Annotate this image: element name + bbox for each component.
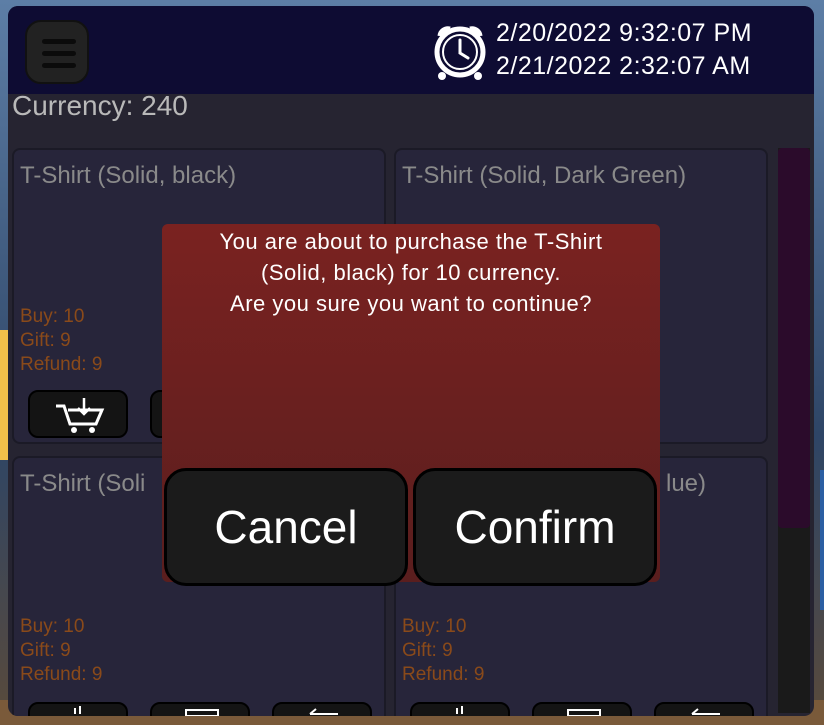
cart-buy-icon [56,398,105,433]
gift-price: Gift: 9 [20,640,71,661]
confirm-button[interactable]: Confirm [413,468,657,586]
alarm-clock-icon [434,26,486,80]
item-title: T-Shirt (Solid, Dark Green) [402,162,687,189]
dialog-message: You are about to purchase the T-Shirt (S… [162,226,660,319]
menu-icon [42,39,76,44]
gift-price: Gift: 9 [20,330,71,351]
gift-button[interactable] [150,702,250,716]
cart-buy-icon [456,706,463,714]
date-time-primary: 2/20/2022 9:32:07 PM [496,19,753,47]
menu-icon-bar [42,63,76,68]
gift-icon [567,709,601,716]
dialog-message-line: Are you sure you want to continue? [230,291,592,316]
refund-price: Refund: 9 [20,354,103,375]
cart-buy-icon [74,706,81,714]
refund-icon [691,708,720,715]
shop-header: 2/20/2022 9:32:07 PM 2/21/2022 2:32:07 A… [8,6,814,94]
buy-price: Buy: 10 [20,306,85,327]
currency-label: Currency: 240 [12,90,188,121]
item-title: T-Shirt (Solid, black) [20,162,237,189]
gift-button[interactable] [532,702,632,716]
gift-icon [185,709,219,716]
dialog-message-line: (Solid, black) for 10 currency. [261,260,561,285]
buy-price: Buy: 10 [402,616,467,637]
menu-icon-bar [42,51,76,56]
buy-price: Buy: 10 [20,616,85,637]
refund-button[interactable] [654,702,754,716]
refund-icon [309,708,338,715]
item-title: lue) [666,470,707,497]
gift-price: Gift: 9 [402,640,453,661]
refund-price: Refund: 9 [20,664,103,685]
item-title: T-Shirt (Soli [20,470,146,497]
background-object [820,470,824,610]
refund-price: Refund: 9 [402,664,485,685]
buy-button[interactable] [410,702,510,716]
menu-button[interactable] [25,20,89,84]
refund-button[interactable] [272,702,372,716]
date-time-secondary: 2/21/2022 2:32:07 AM [496,52,751,80]
cancel-button[interactable]: Cancel [164,468,408,586]
scrollbar-thumb[interactable] [778,148,810,528]
buy-button[interactable] [28,702,128,716]
dialog-message-line: You are about to purchase the T-Shirt [219,229,603,254]
buy-button[interactable] [28,390,128,438]
scrollbar[interactable] [778,148,810,713]
